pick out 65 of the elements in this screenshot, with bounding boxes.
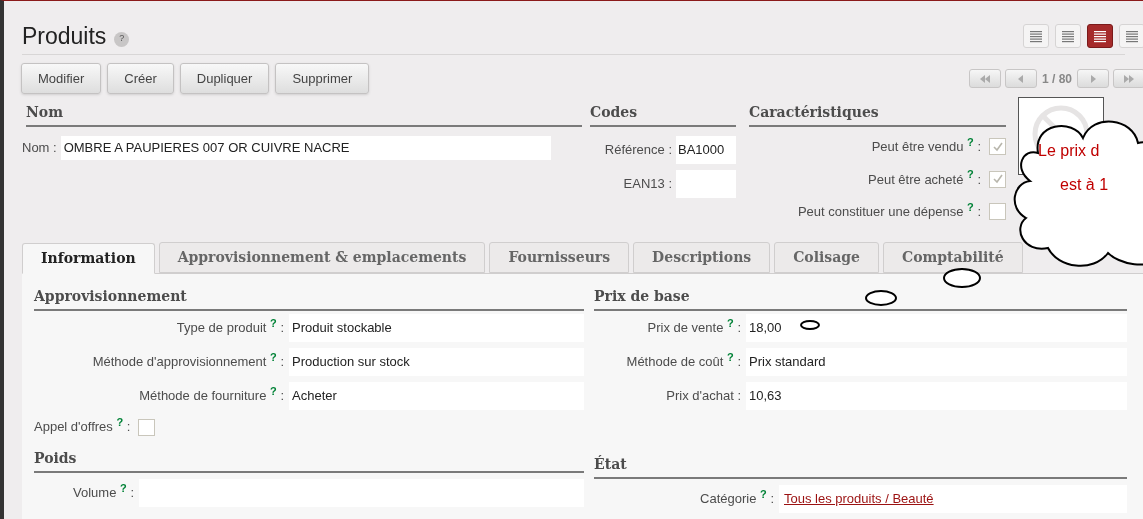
text-field[interactable]: 18,00	[746, 314, 1127, 342]
field-label: Type de produit $^{?}$ :	[175, 318, 284, 338]
view-switch-button[interactable]	[1087, 24, 1113, 48]
tab[interactable]: Information	[22, 243, 155, 274]
field-label: Peut être vendu $^{?}$ :	[871, 137, 981, 156]
section-heading: Codes	[590, 104, 638, 120]
pager-button[interactable]	[1077, 69, 1109, 88]
text-field[interactable]: 10,63	[746, 382, 1127, 410]
section-heading: Caractéristiques	[749, 104, 879, 120]
action-button[interactable]: Supprimer	[275, 63, 370, 94]
action-button[interactable]: Dupliquer	[179, 63, 270, 94]
tab[interactable]: Descriptions	[633, 242, 771, 273]
checkbox[interactable]	[989, 170, 1006, 188]
callout-text: Le prix d	[1038, 141, 1100, 161]
arrow-icon	[978, 73, 991, 84]
arrow-icon	[1123, 73, 1135, 84]
action-button[interactable]: Modifier	[21, 63, 102, 94]
list-icon	[1093, 29, 1107, 43]
pager-text: 1 / 80	[1040, 70, 1073, 88]
pager-button[interactable]	[1113, 69, 1143, 88]
field-label: Prix d'achat :	[665, 387, 741, 406]
checkbox[interactable]	[989, 138, 1006, 156]
field-label: Méthode d'approvisionnement $^{?}$ :	[91, 352, 284, 372]
thought-bubble-dot	[799, 319, 821, 331]
check-icon	[991, 173, 1004, 186]
field-label: EAN13 :	[622, 175, 672, 194]
page-title: Produits	[22, 21, 107, 51]
field-label: Nom :	[22, 139, 57, 158]
tab[interactable]: Colisage	[774, 242, 879, 273]
checkbox[interactable]	[989, 203, 1006, 221]
tab[interactable]: Approvisionnement & emplacements	[158, 242, 486, 273]
field-label: Référence :	[603, 141, 672, 160]
section-heading: Poids	[34, 450, 77, 466]
text-field[interactable]: BA1000	[676, 136, 736, 164]
checkbox[interactable]	[138, 418, 156, 436]
callout-text: est à 1	[1060, 175, 1109, 195]
section-heading: Nom	[26, 104, 63, 120]
section-heading: Approvisionnement	[34, 288, 187, 304]
text-field[interactable]: Acheter	[289, 382, 584, 410]
help-icon[interactable]: ?	[114, 31, 130, 47]
category-link[interactable]: Tous les produits / Beauté	[784, 489, 934, 509]
tab[interactable]: Fournisseurs	[489, 242, 630, 273]
field-label: Méthode de fourniture $^{?}$ :	[138, 386, 284, 406]
field-label: Peut être acheté $^{?}$ :	[868, 169, 981, 189]
text-field[interactable]: Produit stockable	[289, 314, 584, 342]
field-label: Appel d'offres $^{?}$ :	[34, 417, 131, 437]
field-label: Peut constituer une dépense $^{?}$ :	[797, 202, 981, 221]
section-heading: Prix de base	[594, 288, 690, 304]
list-icon	[1029, 29, 1043, 43]
field-label: Catégorie $^{?}$ :	[699, 489, 774, 509]
tab[interactable]: Comptabilité	[883, 242, 1023, 273]
section-heading: État	[594, 456, 627, 472]
list-icon	[1125, 29, 1139, 43]
check-icon	[991, 140, 1004, 153]
action-button[interactable]: Créer	[107, 63, 174, 94]
field-label: Prix de vente $^{?}$ :	[646, 318, 741, 338]
pager-button[interactable]	[1004, 69, 1037, 88]
list-icon	[1061, 29, 1075, 43]
name-field[interactable]: OMBRE A PAUPIERES 007 OR CUIVRE NACRE	[60, 136, 551, 160]
text-field[interactable]: Production sur stock	[289, 348, 584, 376]
select-field[interactable]: Tous les produits / Beauté	[779, 485, 1127, 513]
text-field[interactable]: Prix standard	[746, 348, 1127, 376]
field-label: Méthode de coût $^{?}$ :	[625, 352, 741, 372]
pager-button[interactable]	[968, 69, 1001, 88]
field-label: Volume $^{?}$ :	[72, 483, 134, 503]
